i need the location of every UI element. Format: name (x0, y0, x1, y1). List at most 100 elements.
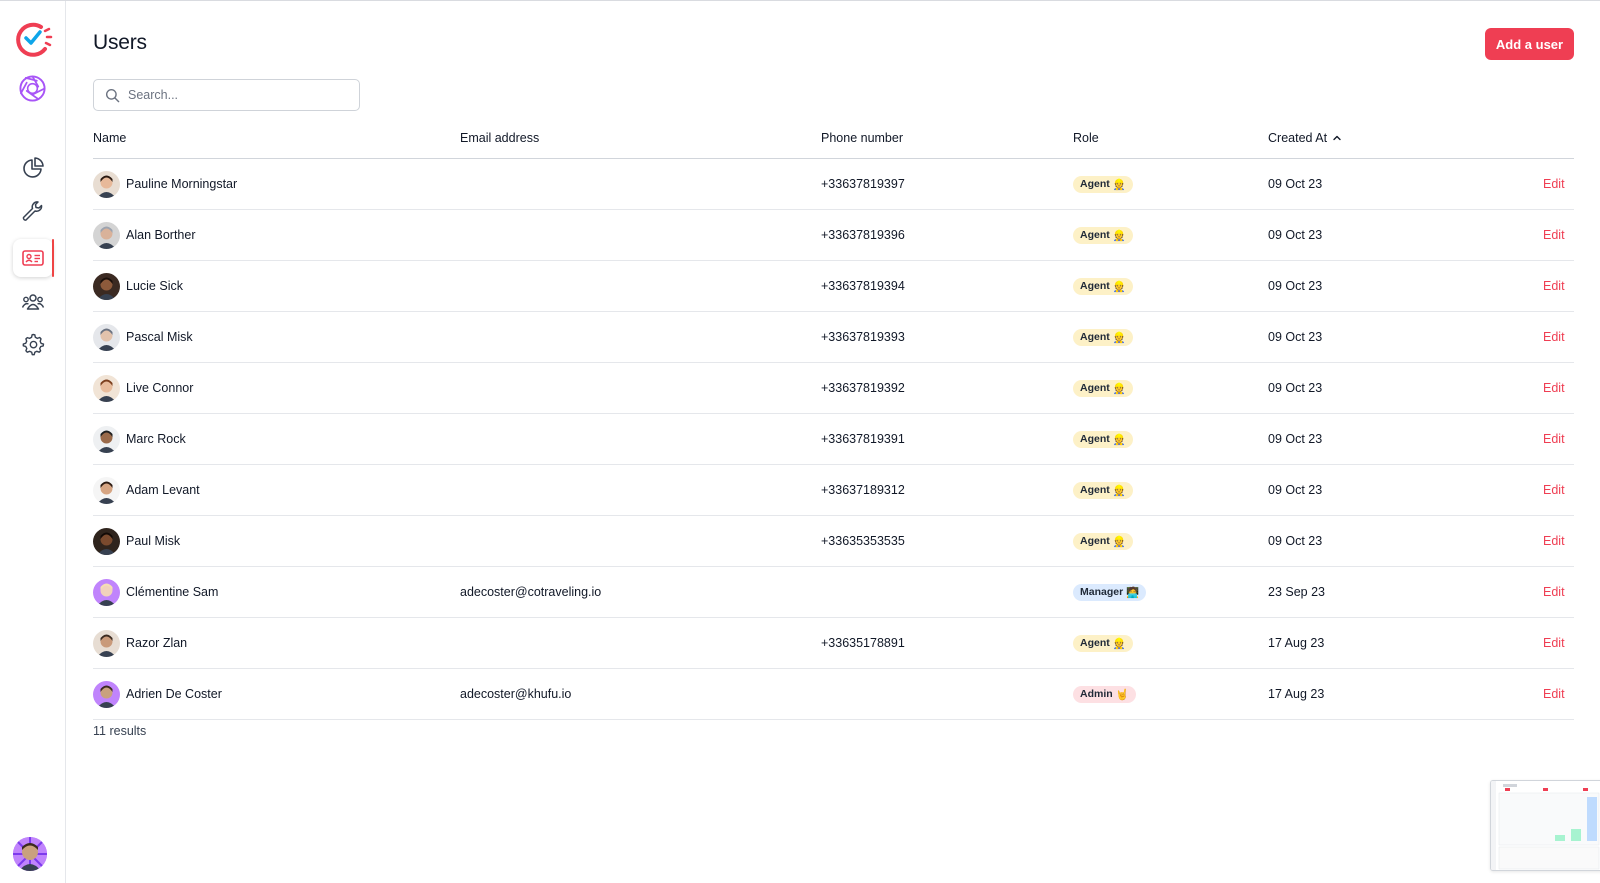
role-badge: Agent 👷 (1073, 634, 1133, 652)
add-user-button[interactable]: Add a user (1485, 28, 1574, 60)
user-phone: +33637819392 (821, 381, 905, 395)
role-emoji-icon: 👷 (1112, 433, 1126, 446)
cell-phone: +33635178891 (821, 618, 905, 668)
cell-created-at: 09 Oct 23 (1268, 465, 1322, 515)
edit-link[interactable]: Edit (1543, 483, 1565, 497)
role-badge: Agent 👷 (1073, 226, 1133, 244)
cell-created-at: 09 Oct 23 (1268, 516, 1322, 566)
table-row: Lucie Sick +33637819394 Agent 👷 09 Oct 23 Edi… (93, 261, 1574, 312)
user-name: Razor Zlan (126, 636, 188, 650)
created-date: 17 Aug 23 (1268, 687, 1325, 701)
role-badge: Agent 👷 (1073, 481, 1133, 499)
sidebar-item-settings[interactable] (13, 325, 53, 363)
column-header-created-at[interactable]: Created At (1268, 131, 1342, 145)
cell-created-at: 17 Aug 23 (1268, 669, 1324, 719)
user-name: Live Connor (126, 381, 194, 395)
cell-name: Pauline Morningstar (93, 159, 237, 209)
chevron-up-icon (1333, 135, 1341, 141)
created-date: 09 Oct 23 (1268, 432, 1323, 446)
table-row: Pascal Misk +33637819393 Agent 👷 09 Oct 23 Ed… (93, 312, 1574, 363)
edit-link[interactable]: Edit (1543, 585, 1565, 599)
cell-action: Edit (1543, 261, 1565, 311)
avatar (93, 221, 120, 249)
avatar (93, 425, 120, 453)
cell-action: Edit (1543, 363, 1565, 413)
cell-role: Agent 👷 (1073, 261, 1133, 311)
users-table: Name Email address Phone number Role Cre… (93, 119, 1574, 720)
edit-link[interactable]: Edit (1543, 177, 1565, 191)
user-name: Clémentine Sam (126, 585, 219, 599)
cell-role: Agent 👷 (1073, 516, 1133, 566)
role-badge: Manager 🧑‍💻 (1073, 583, 1147, 601)
search-icon (105, 88, 120, 102)
sidebar-item-teams[interactable] (13, 283, 53, 321)
cell-created-at: 09 Oct 23 (1268, 312, 1322, 362)
aperture-icon[interactable] (18, 74, 47, 103)
table-row: Razor Zlan +33635178891 Agent 👷 17 Aug 23 Edi… (93, 618, 1574, 669)
cell-name: Pascal Misk (93, 312, 193, 362)
cell-role: Admin 🤘 (1073, 669, 1136, 719)
search-input[interactable] (128, 88, 348, 102)
role-badge: Agent 👷 (1073, 532, 1133, 550)
search-box[interactable] (93, 79, 360, 111)
cell-action: Edit (1543, 312, 1565, 362)
cell-phone: +33637819392 (821, 363, 905, 413)
sidebar-item-tools[interactable] (13, 192, 53, 230)
cell-role: Agent 👷 (1073, 363, 1133, 413)
role-badge: Agent 👷 (1073, 277, 1133, 295)
cell-name: Paul Misk (93, 516, 180, 566)
role-emoji-icon: 👷 (1112, 331, 1126, 344)
user-name: Pauline Morningstar (126, 177, 238, 191)
cell-created-at: 17 Aug 23 (1268, 618, 1324, 668)
cell-created-at: 09 Oct 23 (1268, 414, 1322, 464)
cell-name: Live Connor (93, 363, 193, 413)
user-phone: +33635178891 (821, 636, 905, 650)
sidebar-item-analytics[interactable] (13, 149, 53, 187)
role-emoji-icon: 👷 (1112, 280, 1126, 293)
user-name: Marc Rock (126, 432, 186, 446)
current-user-avatar[interactable] (13, 837, 47, 871)
role-badge: Agent 👷 (1073, 379, 1133, 397)
edit-link[interactable]: Edit (1543, 228, 1565, 242)
table-row: Paul Misk +33635353535 Agent 👷 09 Oct 23 Edit (93, 516, 1574, 567)
cell-name: Adrien De Coster (93, 669, 222, 719)
table-row: Adam Levant +33637189312 Agent 👷 09 Oct 23 Ed… (93, 465, 1574, 516)
cell-created-at: 09 Oct 23 (1268, 363, 1322, 413)
edit-link[interactable]: Edit (1543, 279, 1565, 293)
column-header-phone[interactable]: Phone number (821, 131, 903, 145)
created-date: 09 Oct 23 (1268, 228, 1323, 242)
edit-link[interactable]: Edit (1543, 687, 1565, 701)
cell-name: Clémentine Sam (93, 567, 218, 617)
sidebar-item-users[interactable] (13, 239, 53, 277)
cell-phone: +33637819397 (821, 159, 905, 209)
table-header: Name Email address Phone number Role Cre… (93, 119, 1574, 159)
column-header-email[interactable]: Email address (460, 131, 539, 145)
edit-link[interactable]: Edit (1543, 330, 1565, 344)
avatar (93, 170, 120, 198)
cell-created-at: 23 Sep 23 (1268, 567, 1325, 617)
edit-link[interactable]: Edit (1543, 381, 1565, 395)
cell-action: Edit (1543, 414, 1565, 464)
cell-created-at: 09 Oct 23 (1268, 159, 1322, 209)
avatar (93, 680, 120, 708)
avatar (93, 272, 120, 300)
dashboard-preview-thumbnail[interactable] (1490, 780, 1600, 871)
app-logo-icon[interactable] (13, 19, 53, 59)
cell-phone: +33637819391 (821, 414, 905, 464)
user-email: adecoster@khufu.io (460, 687, 572, 701)
edit-link[interactable]: Edit (1543, 534, 1565, 548)
user-phone: +33637819397 (821, 177, 905, 191)
column-header-role[interactable]: Role (1073, 131, 1099, 145)
table-row: Clémentine Sam adecoster@cotraveling.io Ma… (93, 567, 1574, 618)
column-header-name[interactable]: Name (93, 131, 126, 145)
role-emoji-icon: 👷 (1112, 535, 1126, 548)
cell-role: Agent 👷 (1073, 210, 1133, 260)
cell-action: Edit (1543, 465, 1565, 515)
user-name: Lucie Sick (126, 279, 183, 293)
cell-name: Lucie Sick (93, 261, 183, 311)
role-emoji-icon: 👷 (1112, 484, 1126, 497)
sidebar (0, 1, 66, 883)
user-name: Adrien De Coster (126, 687, 222, 701)
edit-link[interactable]: Edit (1543, 636, 1565, 650)
edit-link[interactable]: Edit (1543, 432, 1565, 446)
